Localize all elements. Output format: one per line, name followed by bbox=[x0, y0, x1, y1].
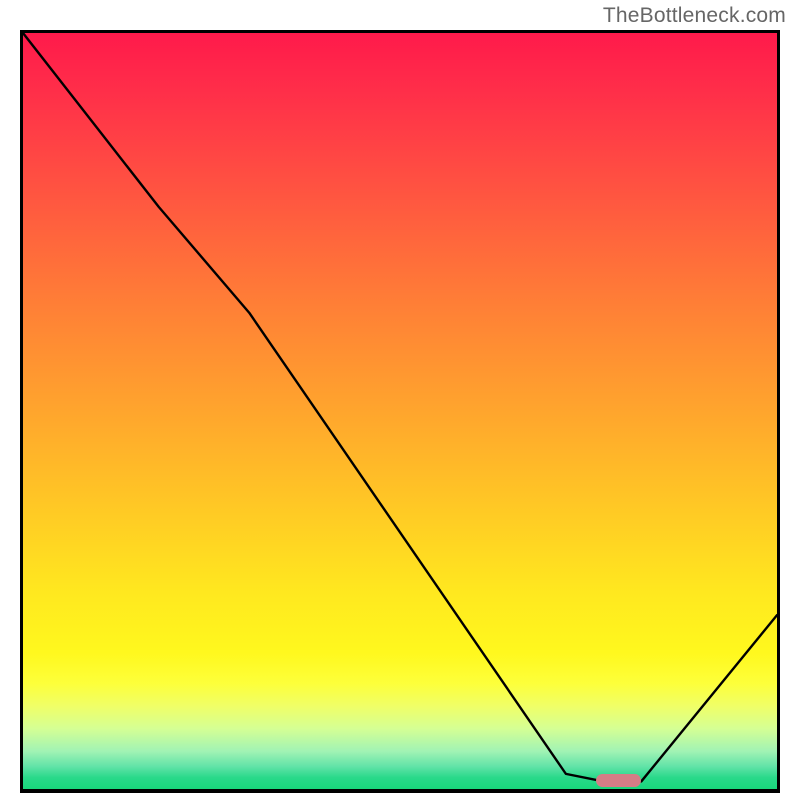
optimal-marker bbox=[596, 774, 641, 787]
chart-container: TheBottleneck.com bbox=[0, 0, 800, 800]
curve-path bbox=[23, 33, 777, 781]
bottleneck-curve bbox=[23, 33, 777, 789]
watermark-text: TheBottleneck.com bbox=[603, 4, 786, 28]
plot-area bbox=[20, 30, 780, 793]
